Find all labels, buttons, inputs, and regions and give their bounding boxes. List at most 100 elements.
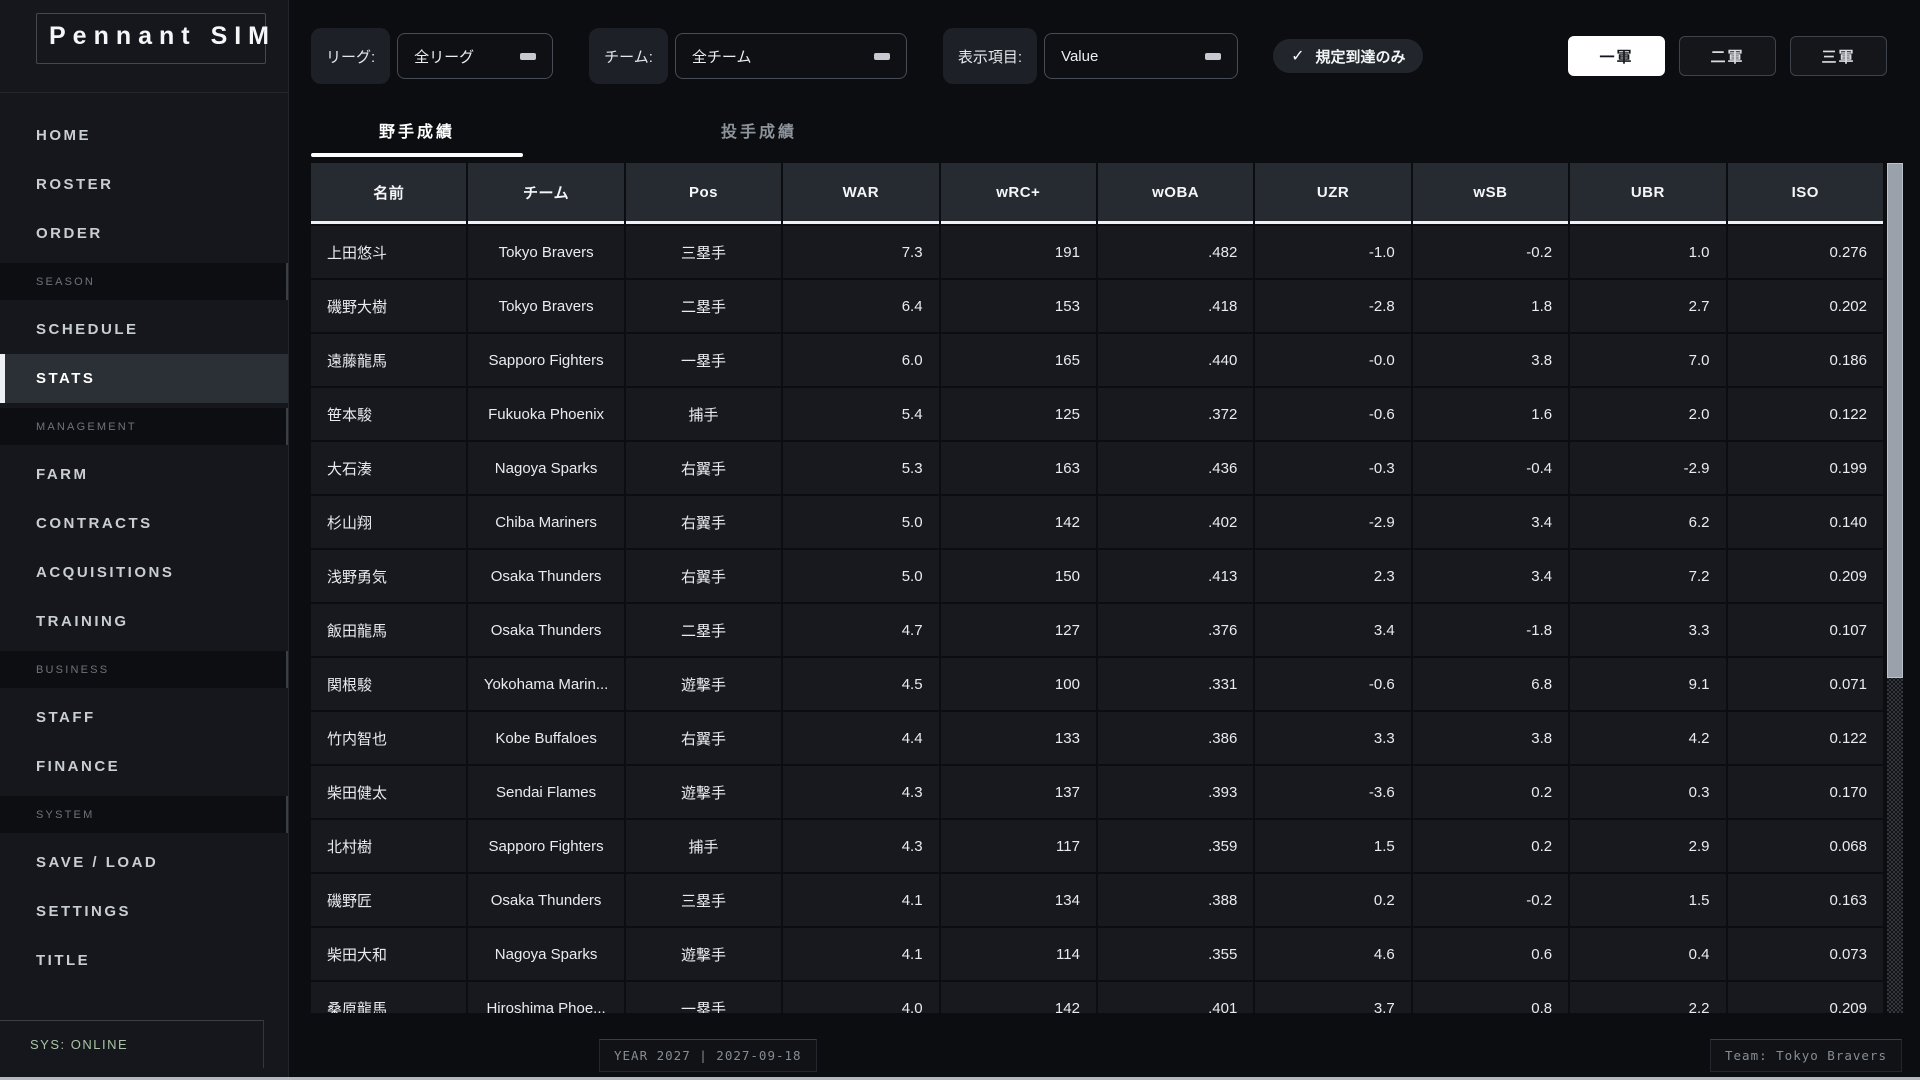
table-row[interactable]: 笹本駿 Fukuoka Phoenix 捕手 5.4 125.372 -0.6 1.6 2.0… — [311, 388, 1883, 440]
sidebar-item-roster[interactable]: ROSTER — [0, 160, 288, 209]
stats-table-zone: 名前 チーム Pos WAR wRC+ wOBA UZR wSB UBR ISO 上田悠斗 Toky… — [311, 163, 1903, 1013]
table-cell: .386 — [1097, 712, 1254, 764]
table-cell: 5.0 — [783, 496, 939, 548]
table-col-header[interactable]: ISO — [1727, 163, 1883, 224]
display-item-select[interactable]: Value — [1044, 33, 1239, 79]
sidebar-item-farm[interactable]: FARM — [0, 450, 288, 499]
table-row[interactable]: 磯野大樹 Tokyo Bravers 二塁手 6.4 153.418 -2.8 1.8 2.7… — [311, 280, 1883, 332]
table-cell: 142 — [940, 496, 1096, 548]
sidebar-item-save-load[interactable]: SAVE / LOAD — [0, 838, 288, 887]
table-cell: 0.199 — [1727, 442, 1883, 494]
squad-button-3[interactable]: 三軍 — [1790, 36, 1887, 76]
display-item-select-value: Value — [1061, 47, 1099, 65]
sidebar-item-title[interactable]: TITLE — [0, 936, 288, 985]
dropdown-indicator-icon — [873, 52, 890, 60]
table-col-header[interactable]: WAR — [783, 163, 939, 224]
sidebar: Pennant SIM HOME ROSTER ORDER SEASON SCHEDUL… — [0, 0, 289, 1080]
table-cell: 125 — [940, 388, 1096, 440]
table-cell: 1.8 — [1412, 280, 1569, 332]
table-cell: 0.202 — [1727, 280, 1883, 332]
table-col-header[interactable]: wOBA — [1097, 163, 1254, 224]
sidebar-divider — [0, 92, 288, 93]
table-col-header[interactable]: UBR — [1570, 163, 1726, 224]
table-cell: .482 — [1097, 226, 1254, 278]
tab-batting-stats[interactable]: 野手成績 — [311, 118, 523, 157]
table-cell: Nagoya Sparks — [468, 442, 624, 494]
table-cell: 6.2 — [1570, 496, 1726, 548]
table-cell: 杉山翔 — [311, 496, 467, 548]
table-cell: 0.122 — [1727, 388, 1883, 440]
table-row[interactable]: 桑原龍馬 Hiroshima Phoe... 一塁手 4.0 142.401 3.7 0.8… — [311, 982, 1883, 1013]
table-row[interactable]: 杉山翔 Chiba Mariners 右翼手 5.0 142.402 -2.9 3.4 6.2… — [311, 496, 1883, 548]
table-cell: Yokohama Marin... — [468, 658, 624, 710]
sidebar-item-acquisitions[interactable]: ACQUISITIONS — [0, 548, 288, 597]
table-row[interactable]: 柴田大和 Nagoya Sparks 遊撃手 4.1 114.355 4.6 0.6 0.4 0… — [311, 928, 1883, 980]
table-col-header[interactable]: チーム — [468, 163, 624, 224]
table-row[interactable]: 大石湊 Nagoya Sparks 右翼手 5.3 163.436 -0.3 -0.4 -2.… — [311, 442, 1883, 494]
table-cell: 三塁手 — [625, 226, 782, 278]
table-row[interactable]: 遠藤龍馬 Sapporo Fighters 一塁手 6.0 165.440 -0.0 3.8… — [311, 334, 1883, 386]
team-select-value: 全チーム — [691, 48, 752, 66]
table-cell: -0.4 — [1412, 442, 1569, 494]
table-cell: 0.209 — [1727, 982, 1883, 1013]
squad-button-1[interactable]: 一軍 — [1568, 36, 1665, 76]
team-status: Team: Tokyo Bravers — [1710, 1039, 1902, 1072]
table-cell: 上田悠斗 — [311, 226, 467, 278]
table-cell: 4.1 — [783, 874, 939, 926]
table-cell: Sapporo Fighters — [468, 334, 624, 386]
squad-button-2[interactable]: 二軍 — [1679, 36, 1776, 76]
qualified-only-toggle[interactable]: ✓ 規定到達のみ — [1273, 39, 1424, 73]
table-row[interactable]: 磯野匠 Osaka Thunders 三塁手 4.1 134.388 0.2 -0.2 1.5… — [311, 874, 1883, 926]
sidebar-item-order[interactable]: ORDER — [0, 209, 288, 258]
table-col-header[interactable]: 名前 — [311, 163, 467, 224]
sidebar-item-staff[interactable]: STAFF — [0, 693, 288, 742]
table-cell: 右翼手 — [625, 550, 782, 602]
table-cell: 0.071 — [1727, 658, 1883, 710]
sidebar-item-training[interactable]: TRAINING — [0, 597, 288, 646]
table-cell: 三塁手 — [625, 874, 782, 926]
sidebar-item-settings[interactable]: SETTINGS — [0, 887, 288, 936]
table-cell: 3.4 — [1412, 550, 1569, 602]
table-cell: 3.4 — [1412, 496, 1569, 548]
table-col-header[interactable]: wRC+ — [940, 163, 1096, 224]
table-cell: 0.209 — [1727, 550, 1883, 602]
table-cell: 4.5 — [783, 658, 939, 710]
table-cell: .372 — [1097, 388, 1254, 440]
table-row[interactable]: 浅野勇気 Osaka Thunders 右翼手 5.0 150.413 2.3 3.4 7.2… — [311, 550, 1883, 602]
table-col-header[interactable]: UZR — [1255, 163, 1411, 224]
table-row[interactable]: 北村樹 Sapporo Fighters 捕手 4.3 117.359 1.5 0.2 2.9… — [311, 820, 1883, 872]
table-row[interactable]: 竹内智也 Kobe Buffaloes 右翼手 4.4 133.386 3.3 3.8 4.2… — [311, 712, 1883, 764]
table-cell: 一塁手 — [625, 982, 782, 1013]
table-col-header[interactable]: Pos — [625, 163, 782, 224]
table-cell: 飯田龍馬 — [311, 604, 467, 656]
table-cell: .355 — [1097, 928, 1254, 980]
sidebar-item-schedule[interactable]: SCHEDULE — [0, 305, 288, 354]
table-cell: 5.0 — [783, 550, 939, 602]
scrollbar-thumb[interactable] — [1887, 163, 1903, 678]
table-cell: 1.5 — [1570, 874, 1726, 926]
table-cell: 0.6 — [1412, 928, 1569, 980]
table-row[interactable]: 飯田龍馬 Osaka Thunders 二塁手 4.7 127.376 3.4 -1.8 3.… — [311, 604, 1883, 656]
team-select[interactable]: 全チーム — [674, 33, 907, 79]
sidebar-item-contracts[interactable]: CONTRACTS — [0, 499, 288, 548]
table-cell: 0.3 — [1570, 766, 1726, 818]
sidebar-item-finance[interactable]: FINANCE — [0, 742, 288, 791]
table-cell: 150 — [940, 550, 1096, 602]
sidebar-item-home[interactable]: HOME — [0, 111, 288, 160]
table-row[interactable]: 上田悠斗 Tokyo Bravers 三塁手 7.3 191.482 -1.0 -0.2 1.… — [311, 226, 1883, 278]
league-select[interactable]: 全リーグ — [397, 33, 554, 79]
table-cell: -2.9 — [1255, 496, 1411, 548]
table-cell: 7.3 — [783, 226, 939, 278]
table-header-row: 名前 チーム Pos WAR wRC+ wOBA UZR wSB UBR ISO — [311, 163, 1883, 224]
vertical-scrollbar[interactable] — [1887, 163, 1903, 1013]
table-row[interactable]: 柴田健太 Sendai Flames 遊撃手 4.3 137.393 -3.6 0.2 0.3… — [311, 766, 1883, 818]
app-logo: Pennant SIM — [36, 13, 269, 64]
table-row[interactable]: 関根駿 Yokohama Marin... 遊撃手 4.5 100.331 -0.6 6.8… — [311, 658, 1883, 710]
table-col-header[interactable]: wSB — [1412, 163, 1569, 224]
table-cell: 4.3 — [783, 820, 939, 872]
tab-pitching-stats[interactable]: 投手成績 — [653, 118, 865, 157]
table-cell: Sapporo Fighters — [468, 820, 624, 872]
sidebar-item-stats[interactable]: STATS — [0, 354, 288, 403]
table-cell: 3.8 — [1412, 334, 1569, 386]
table-cell: 遊撃手 — [625, 658, 782, 710]
